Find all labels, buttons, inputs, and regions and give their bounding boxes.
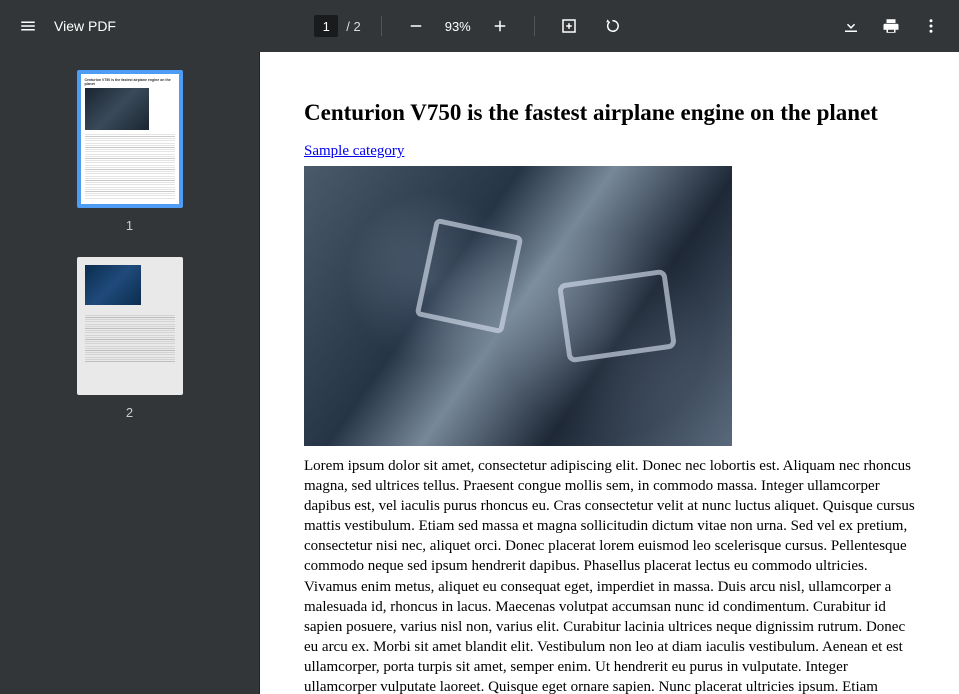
document-viewer[interactable]: Centurion V750 is the fastest airplane e… xyxy=(260,52,959,694)
divider xyxy=(534,16,535,36)
minus-icon xyxy=(407,17,425,35)
thumbnail-preview xyxy=(77,257,183,395)
rotate-button[interactable] xyxy=(593,6,633,46)
thumbnail-page-1[interactable]: Centurion V750 is the fastest airplane e… xyxy=(77,70,183,233)
rotate-icon xyxy=(604,17,622,35)
zoom-in-button[interactable] xyxy=(480,6,520,46)
fit-page-icon xyxy=(560,17,578,35)
page-total-label: / 2 xyxy=(342,19,366,34)
document-body-text: Lorem ipsum dolor sit amet, consectetur … xyxy=(304,456,915,694)
category-link[interactable]: Sample category xyxy=(304,143,404,159)
thumbnail-number: 2 xyxy=(126,405,133,420)
thumbnail-sidebar[interactable]: Centurion V750 is the fastest airplane e… xyxy=(0,52,260,694)
app-title: View PDF xyxy=(54,18,116,34)
print-icon xyxy=(882,17,900,35)
toolbar: View PDF / 2 93% xyxy=(0,0,959,52)
thumbnail-preview: Centurion V750 is the fastest airplane e… xyxy=(77,70,183,208)
more-button[interactable] xyxy=(911,6,951,46)
download-button[interactable] xyxy=(831,6,871,46)
thumbnail-number: 1 xyxy=(126,218,133,233)
page-number-input[interactable] xyxy=(314,15,338,37)
menu-button[interactable] xyxy=(8,6,48,46)
divider xyxy=(381,16,382,36)
zoom-level-label: 93% xyxy=(440,19,476,34)
toolbar-center: / 2 93% xyxy=(314,6,632,46)
more-vert-icon xyxy=(922,17,940,35)
menu-icon xyxy=(19,17,37,35)
document-hero-image xyxy=(304,166,732,446)
fit-page-button[interactable] xyxy=(549,6,589,46)
plus-icon xyxy=(491,17,509,35)
main: Centurion V750 is the fastest airplane e… xyxy=(0,52,959,694)
document-page: Centurion V750 is the fastest airplane e… xyxy=(260,52,959,694)
toolbar-right xyxy=(831,6,951,46)
print-button[interactable] xyxy=(871,6,911,46)
thumbnail-page-2[interactable]: 2 xyxy=(77,257,183,420)
download-icon xyxy=(842,17,860,35)
zoom-out-button[interactable] xyxy=(396,6,436,46)
document-title: Centurion V750 is the fastest airplane e… xyxy=(304,100,915,126)
